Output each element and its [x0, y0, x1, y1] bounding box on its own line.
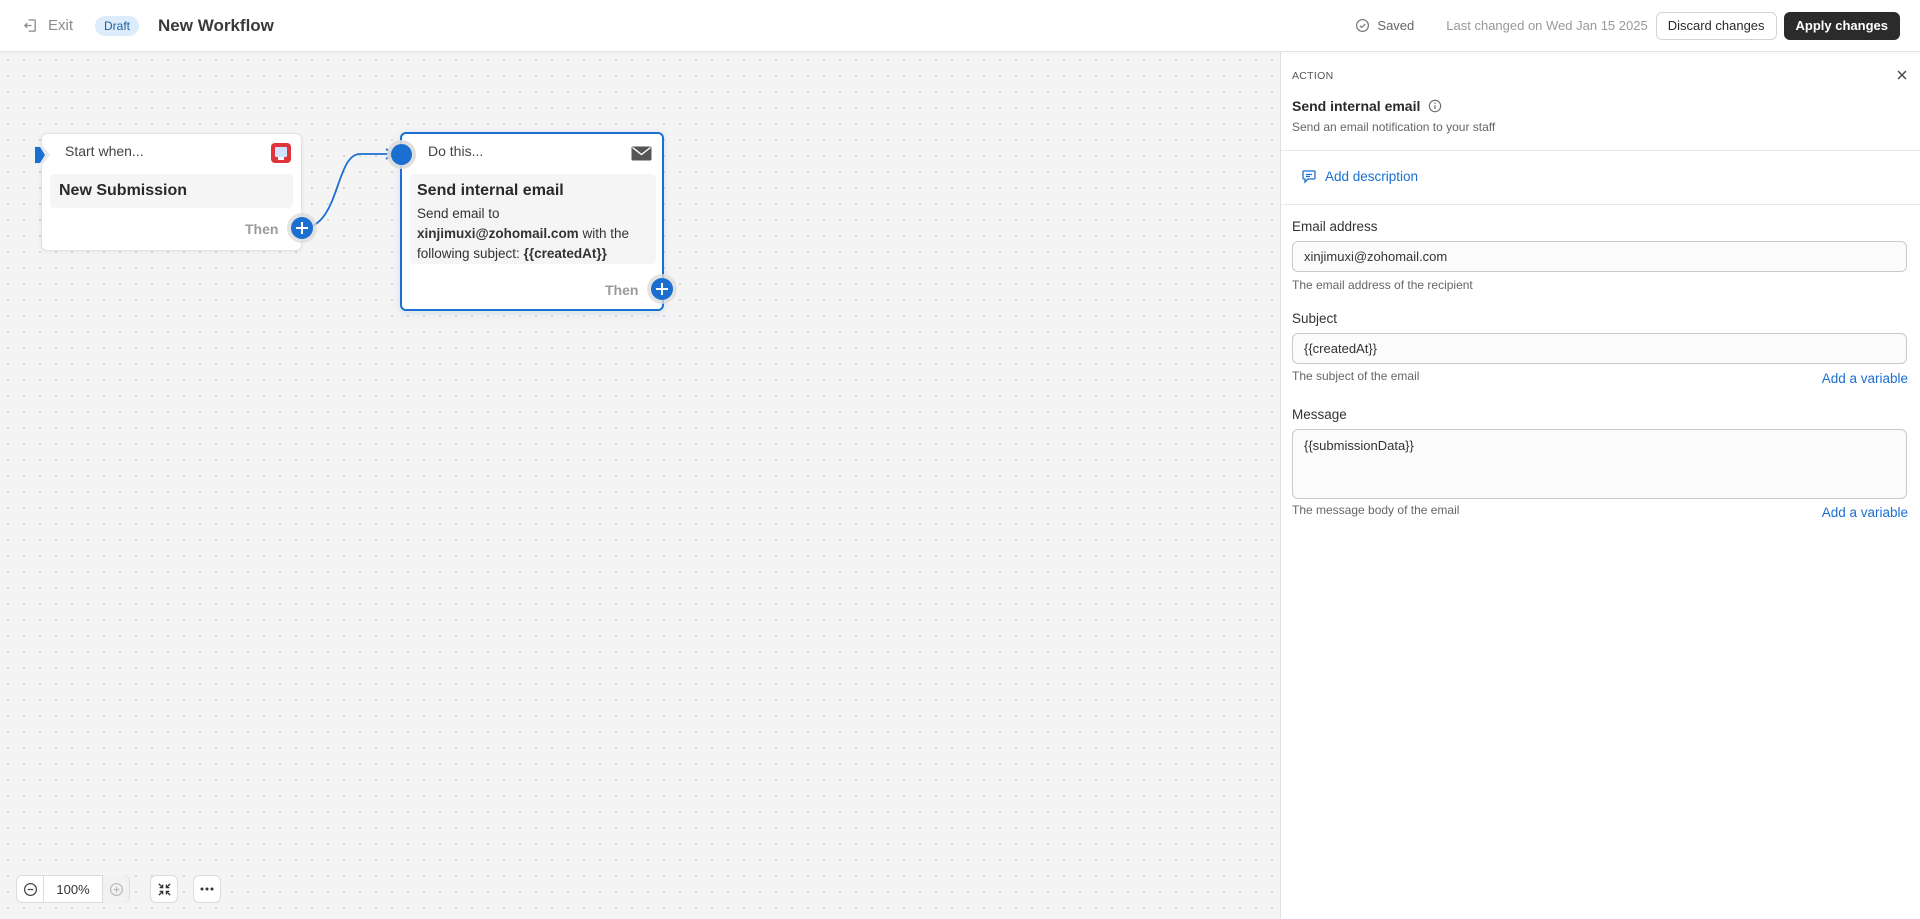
- collapse-arrows-icon: [157, 882, 171, 896]
- last-changed-text: Last changed on Wed Jan 15 2025: [1446, 18, 1648, 33]
- trigger-node[interactable]: Start when... New Submission Then: [41, 133, 302, 251]
- top-bar: Exit Draft New Workflow Saved Last chang…: [0, 0, 1920, 52]
- apply-changes-button[interactable]: Apply changes: [1783, 11, 1900, 40]
- comment-icon: [1302, 170, 1316, 184]
- zoom-out-button[interactable]: [17, 875, 43, 903]
- email-field-help: The email address of the recipient: [1292, 278, 1473, 292]
- trigger-node-header: Start when...: [65, 143, 144, 159]
- subject-field-help: The subject of the email: [1292, 369, 1420, 383]
- discard-changes-button[interactable]: Discard changes: [1655, 11, 1777, 40]
- zoom-controls: 100%: [16, 875, 130, 903]
- action-node-title: Send internal email: [417, 182, 564, 199]
- saved-label: Saved: [1377, 18, 1415, 33]
- subject-field[interactable]: {{createdAt}}: [1292, 333, 1907, 364]
- email-field-label: Email address: [1292, 219, 1378, 234]
- action-node[interactable]: Do this... Send internal email Send emai…: [400, 132, 664, 311]
- more-dots-icon: [200, 887, 214, 891]
- panel-section-label: ACTION: [1292, 70, 1334, 82]
- panel-title-text: Send internal email: [1292, 98, 1421, 114]
- fit-view-button[interactable]: [150, 875, 178, 903]
- description-email: xinjimuxi@zohomail.com: [417, 226, 579, 241]
- subject-add-variable-link[interactable]: Add a variable: [1822, 371, 1908, 386]
- action-node-header: Do this...: [428, 143, 484, 159]
- panel-divider: [1281, 150, 1920, 151]
- workflow-title[interactable]: New Workflow: [158, 16, 274, 36]
- zoom-level: 100%: [43, 875, 103, 903]
- check-circle-icon: [1356, 18, 1370, 33]
- message-add-variable-link[interactable]: Add a variable: [1822, 505, 1908, 520]
- mail-icon: [631, 146, 652, 161]
- more-options-button[interactable]: [193, 875, 221, 903]
- email-field[interactable]: xinjimuxi@zohomail.com: [1292, 241, 1907, 272]
- form-icon: [271, 143, 291, 163]
- close-icon[interactable]: [1894, 67, 1910, 83]
- action-settings-panel: ACTION Send internal email Send an email…: [1280, 52, 1920, 919]
- panel-title: Send internal email: [1292, 98, 1442, 114]
- action-then-label: Then: [605, 282, 639, 298]
- info-icon[interactable]: [1428, 99, 1442, 113]
- saved-status: Saved: [1355, 18, 1414, 33]
- add-description-label: Add description: [1325, 168, 1419, 184]
- exit-button[interactable]: Exit: [23, 17, 73, 34]
- action-node-description: Send email to xinjimuxi@zohomail.com wit…: [417, 204, 652, 264]
- zoom-in-icon: [109, 882, 123, 896]
- zoom-in-button[interactable]: [103, 875, 129, 903]
- panel-divider: [1281, 204, 1920, 205]
- trigger-node-title: New Submission: [59, 182, 188, 199]
- start-marker-icon: [33, 144, 53, 166]
- workflow-canvas[interactable]: Start when... New Submission Then Do thi…: [0, 52, 1280, 919]
- status-badge: Draft: [95, 15, 140, 36]
- subject-field-label: Subject: [1292, 311, 1338, 326]
- action-input-handle[interactable]: [391, 144, 412, 165]
- message-field-label: Message: [1292, 407, 1347, 422]
- exit-icon: [23, 19, 36, 32]
- description-prefix: Send email to: [417, 206, 500, 221]
- trigger-add-step-button[interactable]: [291, 217, 313, 239]
- add-description-button[interactable]: Add description: [1301, 168, 1418, 184]
- exit-label: Exit: [48, 17, 74, 34]
- message-field[interactable]: {{submissionData}}: [1292, 429, 1907, 499]
- message-field-help: The message body of the email: [1292, 503, 1460, 517]
- description-subject: {{createdAt}}: [523, 246, 607, 261]
- trigger-then-label: Then: [245, 221, 279, 237]
- panel-subtitle: Send an email notification to your staff: [1292, 120, 1496, 134]
- action-add-step-button[interactable]: [651, 278, 673, 300]
- zoom-out-icon: [23, 882, 37, 896]
